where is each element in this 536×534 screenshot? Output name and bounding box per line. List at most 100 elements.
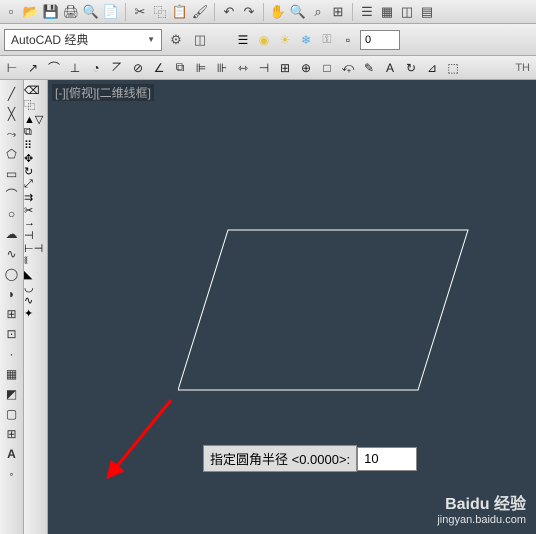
- dim-break-icon[interactable]: ⊣: [254, 58, 274, 78]
- prompt-input[interactable]: 10: [357, 447, 417, 471]
- center-mark-icon[interactable]: ⊕: [296, 58, 316, 78]
- construction-line-icon[interactable]: ╳: [1, 104, 23, 124]
- inspect-icon[interactable]: □: [317, 58, 337, 78]
- workspace-settings-icon[interactable]: ◫: [190, 30, 210, 50]
- break-at-point-icon[interactable]: ⊣: [24, 229, 47, 242]
- toolbar-end-label: TH: [515, 62, 534, 74]
- extend-icon[interactable]: →: [24, 217, 47, 229]
- dim-continue-icon[interactable]: ⊪: [212, 58, 232, 78]
- undo-icon[interactable]: ↶: [220, 3, 238, 21]
- offset-icon[interactable]: ⧉: [24, 126, 47, 139]
- trim-icon[interactable]: ✂: [24, 204, 47, 217]
- dim-quick-icon[interactable]: ⧉: [170, 58, 190, 78]
- dim-space-icon[interactable]: ⇿: [233, 58, 253, 78]
- lock-icon[interactable]: ⚿: [318, 31, 336, 49]
- mtext-icon[interactable]: A: [1, 444, 23, 464]
- erase-icon[interactable]: ⌫: [24, 84, 47, 97]
- rectangle-icon[interactable]: ▭: [1, 164, 23, 184]
- dim-override-icon[interactable]: ⬚: [443, 58, 463, 78]
- spline-icon[interactable]: ∿: [1, 244, 23, 264]
- tool-palette-icon[interactable]: ◫: [398, 3, 416, 21]
- circle-icon[interactable]: ○: [1, 204, 23, 224]
- table-icon[interactable]: ⊞: [1, 424, 23, 444]
- redo-icon[interactable]: ↷: [240, 3, 258, 21]
- layer-name-input[interactable]: 0: [360, 30, 400, 50]
- watermark-brand: Baidu 经验: [437, 490, 526, 514]
- drawing-canvas[interactable]: [-][俯视][二维线框] 指定圆角半径 <0.0000>: 10 Baidu …: [48, 80, 536, 534]
- workspace-row: AutoCAD 经典 ▼ ⚙ ◫ ☰ ◉ ☀ ❄ ⚿ ▫ 0: [0, 24, 536, 56]
- preview-icon[interactable]: 🔍: [82, 3, 100, 21]
- break-icon[interactable]: ⊢⊣: [24, 242, 47, 255]
- revision-cloud-icon[interactable]: ☁: [1, 224, 23, 244]
- dim-jogged-icon[interactable]: ⦢: [107, 58, 127, 78]
- mirror-icon[interactable]: ▲▽: [24, 113, 47, 126]
- sheet-icon[interactable]: ▤: [418, 3, 436, 21]
- ellipse-icon[interactable]: ◯: [1, 264, 23, 284]
- dim-aligned-icon[interactable]: ↗: [23, 58, 43, 78]
- design-center-icon[interactable]: ▦: [378, 3, 396, 21]
- dim-update-icon[interactable]: ↻: [401, 58, 421, 78]
- zoom-window-icon[interactable]: ⌕: [309, 3, 327, 21]
- gear-icon[interactable]: ⚙: [166, 30, 186, 50]
- point-icon[interactable]: ·: [1, 344, 23, 364]
- explode-icon[interactable]: ✦: [24, 307, 47, 320]
- blend-icon[interactable]: ∿: [24, 294, 47, 307]
- zoom-prev-icon[interactable]: ⊞: [329, 3, 347, 21]
- ellipse-arc-icon[interactable]: ◗: [1, 284, 23, 304]
- publish-icon[interactable]: 📄: [102, 3, 120, 21]
- dim-angular-icon[interactable]: ∠: [149, 58, 169, 78]
- copy-obj-icon[interactable]: ⿻: [24, 97, 47, 113]
- dim-ordinate-icon[interactable]: ⊥: [65, 58, 85, 78]
- new-icon[interactable]: ▫: [2, 3, 20, 21]
- modify-toolbar: ⌫ ⿻ ▲▽ ⧉ ⠿ ✥ ↻ ⤢ ⇉ ✂ → ⊣ ⊢⊣ ⧛ ◣ ◡ ∿ ✦: [24, 80, 48, 534]
- hatch-icon[interactable]: ▦: [1, 364, 23, 384]
- dim-edit-icon[interactable]: ✎: [359, 58, 379, 78]
- open-icon[interactable]: 📂: [22, 3, 40, 21]
- chamfer-icon[interactable]: ◣: [24, 268, 47, 281]
- tolerance-icon[interactable]: ⊞: [275, 58, 295, 78]
- jogged-linear-icon[interactable]: ⤽: [338, 58, 358, 78]
- fillet-icon[interactable]: ◡: [24, 281, 47, 294]
- dim-radius-icon[interactable]: ◔: [86, 58, 106, 78]
- insert-block-icon[interactable]: ⊞: [1, 304, 23, 324]
- gradient-icon[interactable]: ◩: [1, 384, 23, 404]
- pan-icon[interactable]: ✋: [269, 3, 287, 21]
- color-icon[interactable]: ▫: [339, 31, 357, 49]
- lightbulb-icon[interactable]: ◉: [255, 31, 273, 49]
- dim-arc-icon[interactable]: ⌒: [44, 58, 64, 78]
- cut-icon[interactable]: ✂: [131, 3, 149, 21]
- viewport-label[interactable]: [-][俯视][二维线框]: [52, 84, 154, 101]
- array-icon[interactable]: ⠿: [24, 139, 47, 152]
- stretch-icon[interactable]: ⇉: [24, 191, 47, 204]
- polyline-icon[interactable]: ⤳: [1, 124, 23, 144]
- dim-style-icon[interactable]: ⊿: [422, 58, 442, 78]
- line-icon[interactable]: ╱: [1, 84, 23, 104]
- region-icon[interactable]: ▢: [1, 404, 23, 424]
- dim-linear-icon[interactable]: ⊢: [2, 58, 22, 78]
- dim-text-edit-icon[interactable]: A: [380, 58, 400, 78]
- add-selected-icon[interactable]: ◦: [1, 464, 23, 484]
- workspace-label: AutoCAD 经典: [11, 31, 88, 48]
- make-block-icon[interactable]: ⊡: [1, 324, 23, 344]
- properties-icon[interactable]: ☰: [358, 3, 376, 21]
- prompt-label: 指定圆角半径 <0.0000>:: [203, 445, 357, 472]
- zoom-icon[interactable]: 🔍: [289, 3, 307, 21]
- sun-icon[interactable]: ☀: [276, 31, 294, 49]
- save-icon[interactable]: 💾: [42, 3, 60, 21]
- join-icon[interactable]: ⧛: [24, 255, 47, 268]
- freeze-icon[interactable]: ❄: [297, 31, 315, 49]
- layer-panel: ☰ ◉ ☀ ❄ ⚿ ▫ 0: [234, 30, 400, 50]
- scale-icon[interactable]: ⤢: [24, 178, 47, 191]
- workspace-dropdown[interactable]: AutoCAD 经典 ▼: [4, 29, 162, 51]
- match-icon[interactable]: 🖌: [191, 3, 209, 21]
- print-icon[interactable]: 🖨: [62, 3, 80, 21]
- copy-icon[interactable]: ⿻: [151, 3, 169, 21]
- paste-icon[interactable]: 📋: [171, 3, 189, 21]
- arc-icon[interactable]: ⌒: [1, 184, 23, 204]
- rotate-icon[interactable]: ↻: [24, 165, 47, 178]
- layer-manager-icon[interactable]: ☰: [234, 31, 252, 49]
- move-icon[interactable]: ✥: [24, 152, 47, 165]
- polygon-icon[interactable]: ⬠: [1, 144, 23, 164]
- dim-diameter-icon[interactable]: ⊘: [128, 58, 148, 78]
- dim-baseline-icon[interactable]: ⊫: [191, 58, 211, 78]
